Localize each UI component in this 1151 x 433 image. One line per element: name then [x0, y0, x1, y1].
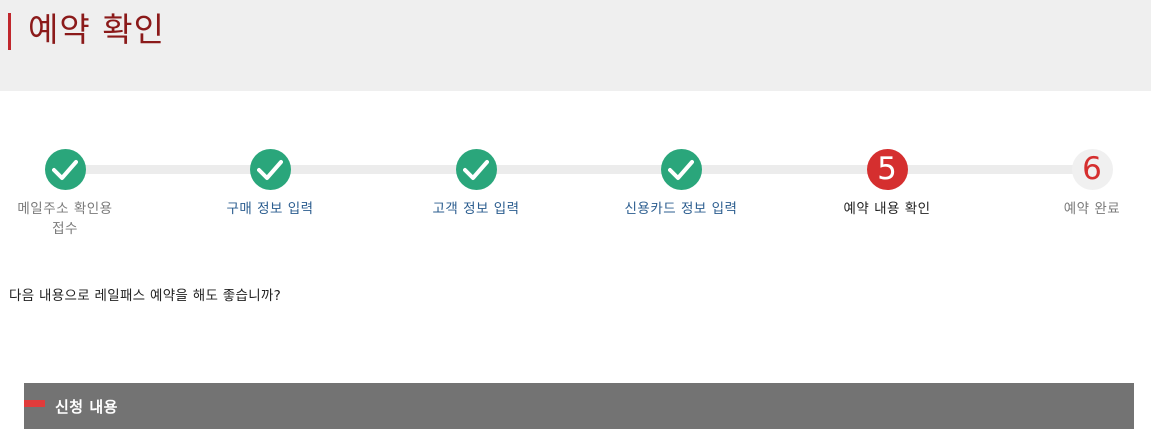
step-label[interactable]: 구매 정보 입력	[205, 199, 335, 219]
step-label: 메일주소 확인용 접수	[17, 201, 113, 237]
confirmation-question: 다음 내용으로 레일패스 예약을 해도 좋습니까?	[9, 288, 282, 304]
check-icon	[455, 149, 497, 190]
step-5: 5 예약 내용 확인	[822, 149, 952, 219]
section-title: 신청 내용	[55, 398, 118, 416]
check-icon	[44, 149, 86, 190]
step-label[interactable]: 고객 정보 입력	[411, 199, 541, 219]
check-icon	[660, 149, 702, 190]
step-number-badge: 5	[866, 149, 908, 190]
page-title: 예약 확인	[28, 10, 165, 49]
step-3[interactable]: 고객 정보 입력	[411, 149, 541, 219]
page-header: 예약 확인	[0, 0, 1151, 91]
step-1: 메일주소 확인용 접수	[0, 149, 130, 239]
progress-stepper: 메일주소 확인용 접수 구매 정보 입력 고객 정보 입력 신용카드 정보 입력…	[0, 145, 1151, 255]
step-2[interactable]: 구매 정보 입력	[205, 149, 335, 219]
title-accent-bar	[8, 13, 11, 50]
step-label: 예약 완료	[1063, 201, 1121, 217]
step-number-badge: 6	[1071, 149, 1113, 190]
step-4[interactable]: 신용카드 정보 입력	[616, 149, 746, 219]
step-label: 예약 내용 확인	[843, 201, 931, 217]
step-6: 6 예약 완료	[1027, 149, 1151, 219]
check-icon	[249, 149, 291, 190]
section-marker	[24, 400, 45, 407]
step-label[interactable]: 신용카드 정보 입력	[623, 199, 739, 219]
section-header: 신청 내용	[24, 383, 1134, 429]
